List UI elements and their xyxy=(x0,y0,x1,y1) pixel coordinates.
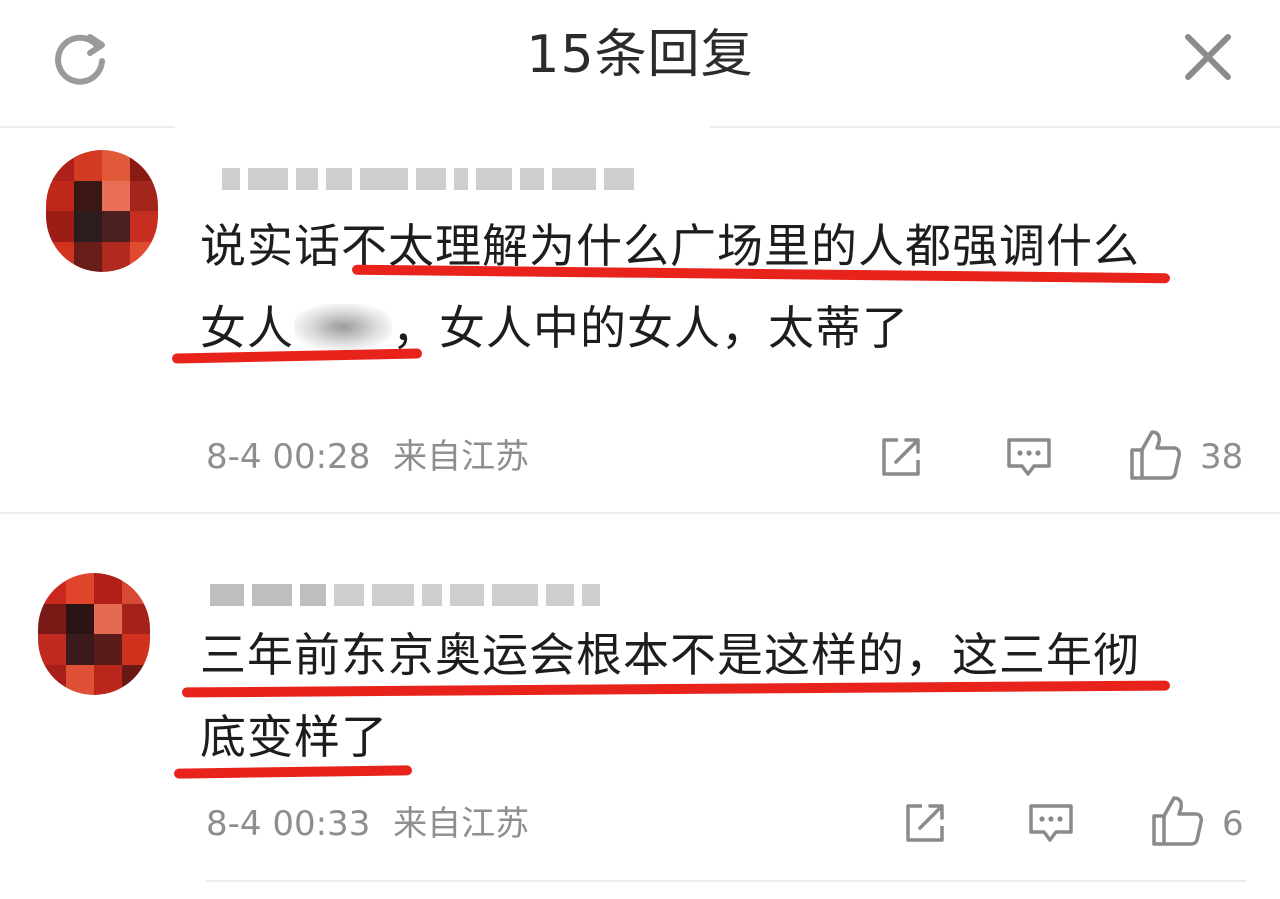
replies-page: 15条回复 说实话不太理解为什么广场里的人都强调什么 女人 ，女人中的女人，太蒂了 xyxy=(0,0,1280,899)
close-icon xyxy=(1185,34,1231,80)
share-icon xyxy=(906,804,944,842)
comment-time: 8-4 00:28 xyxy=(206,437,371,477)
comment-meta: 8-4 00:28 来自江苏 xyxy=(206,435,529,479)
close-button[interactable] xyxy=(1178,27,1238,87)
share-button[interactable] xyxy=(876,432,926,482)
comment-divider xyxy=(0,512,1280,514)
avatar[interactable] xyxy=(38,573,150,695)
comment-time: 8-4 00:33 xyxy=(206,804,371,844)
comment-text-segment: 底变样了 xyxy=(200,710,388,764)
comment-divider xyxy=(206,880,1246,882)
comment-text: 说实话不太理解为什么广场里的人都强调什么 女人 ，女人中的女人，太蒂了 xyxy=(200,205,1220,369)
page-title: 15条回复 xyxy=(526,25,754,85)
thumbs-up-icon xyxy=(1130,430,1181,480)
like-count: 6 xyxy=(1222,804,1244,844)
share-icon xyxy=(882,438,920,476)
comment-icon xyxy=(1029,804,1073,842)
like-button[interactable] xyxy=(1128,428,1181,480)
username-blurred[interactable] xyxy=(222,162,634,196)
username-blurred[interactable] xyxy=(210,578,600,612)
like-button[interactable] xyxy=(1150,794,1203,846)
comment-location: 来自江苏 xyxy=(393,804,530,844)
share-button[interactable] xyxy=(900,798,950,848)
avatar[interactable] xyxy=(46,150,158,272)
comment-location: 来自江苏 xyxy=(393,437,530,477)
like-count: 38 xyxy=(1200,437,1244,477)
reply-button[interactable] xyxy=(1004,432,1054,482)
thumbs-up-icon xyxy=(1152,796,1203,846)
reply-button[interactable] xyxy=(1026,798,1076,848)
comment-text-segment: 女人 xyxy=(200,301,294,355)
comment-icon xyxy=(1007,438,1051,476)
redacted-mark xyxy=(294,304,392,350)
replies-header: 15条回复 xyxy=(0,0,1280,118)
comment-text-segment: ，女人中的女人，太蒂了 xyxy=(392,301,909,355)
comment-meta: 8-4 00:33 来自江苏 xyxy=(206,802,529,846)
